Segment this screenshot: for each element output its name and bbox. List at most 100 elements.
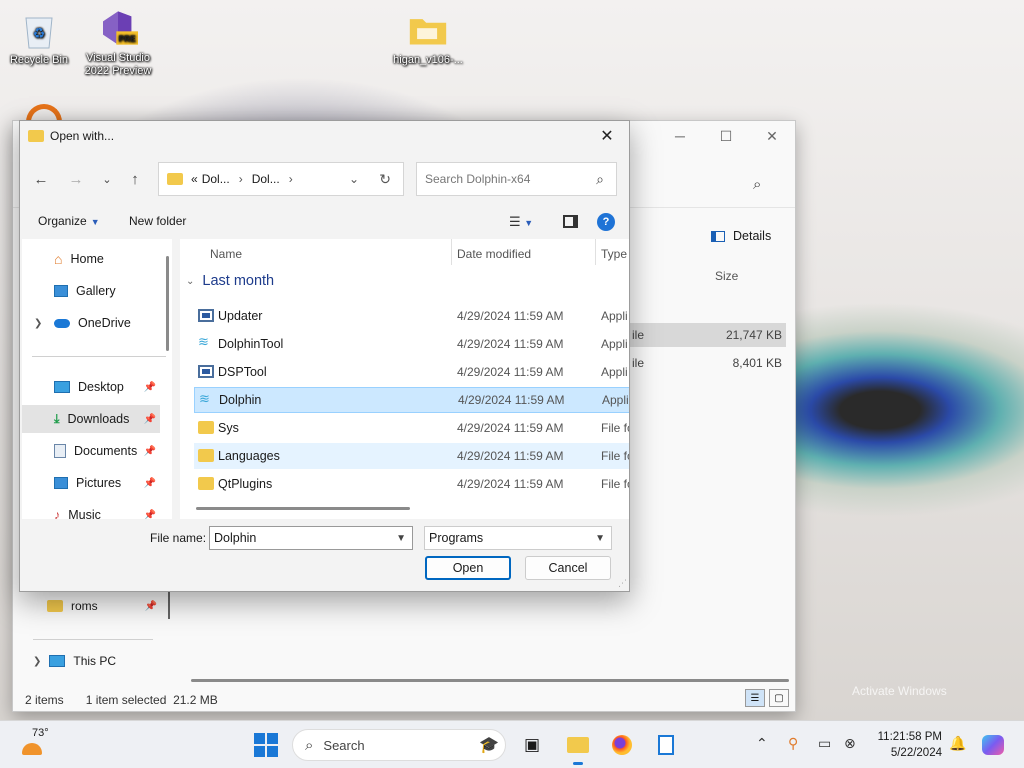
navigation-scrollbar[interactable] (166, 256, 169, 351)
status-size: 21.2 MB (173, 693, 218, 707)
pin-icon[interactable]: 📌 (144, 414, 156, 425)
column-header-type[interactable]: Type (601, 243, 627, 265)
chevron-right-icon[interactable]: ❯ (33, 656, 41, 667)
file-row[interactable]: Languages 4/29/2024 11:59 AM File fo (194, 443, 629, 469)
resize-grip[interactable]: ⋰ (618, 578, 627, 589)
display-icon[interactable]: ▭ (818, 735, 831, 752)
file-row[interactable]: QtPlugins 4/29/2024 11:59 AM File fo (194, 471, 629, 497)
file-row[interactable]: ≋ DolphinTool 4/29/2024 11:59 AM Appli (194, 331, 629, 357)
nav-separator (32, 356, 166, 357)
back-button[interactable]: ← (30, 169, 52, 189)
chevron-down-icon[interactable]: ⌄ (349, 172, 359, 186)
clock-date: 5/22/2024 (890, 747, 942, 759)
view-menu-button[interactable]: ☰ ▼ (509, 214, 533, 230)
pin-icon[interactable]: 📌 (144, 510, 156, 520)
horizontal-scrollbar[interactable] (191, 679, 789, 682)
pin-icon[interactable]: 📌 (144, 382, 156, 393)
address-bar[interactable]: « Dol... › Dol... › ⌄ ↻ (158, 162, 404, 196)
search-input[interactable]: Search Dolphin-x64 ⌕ (416, 162, 617, 196)
firefox-icon[interactable] (608, 731, 636, 759)
graduation-cap-icon: 🎓 (479, 737, 499, 754)
up-button[interactable]: ↑ (124, 169, 146, 189)
desktop-icon-recycle-bin[interactable]: ♻ Recycle Bin (1, 10, 77, 67)
breadcrumb-item[interactable]: Dol... (252, 172, 280, 186)
nav-item-music[interactable]: ♪ Music 📌 (22, 501, 160, 519)
chevron-up-icon[interactable]: ⌃ (756, 735, 768, 752)
file-row[interactable]: ile 21,747 KB (618, 323, 786, 347)
notification-bell-icon[interactable]: 🔔 (949, 735, 966, 752)
breadcrumb-item[interactable]: Dol... (202, 172, 230, 186)
refresh-icon[interactable]: ↻ (379, 171, 391, 188)
chevron-down-icon[interactable]: ▼ (396, 533, 406, 544)
forward-button[interactable]: → (65, 169, 87, 189)
details-view-button[interactable]: ☰ (745, 689, 765, 707)
task-view-icon[interactable]: ▣ (518, 731, 546, 759)
preview-pane-button[interactable] (563, 215, 578, 228)
nav-item-desktop[interactable]: Desktop 📌 (22, 373, 160, 401)
column-header-name[interactable]: Name (210, 243, 242, 265)
file-row[interactable]: Sys 4/29/2024 11:59 AM File fo (194, 415, 629, 441)
open-button[interactable]: Open (425, 556, 511, 580)
key-icon[interactable]: ⚲ (788, 735, 798, 752)
network-icon[interactable]: ⊗ (844, 735, 856, 752)
file-explorer-icon[interactable] (564, 731, 592, 765)
chevron-right-icon[interactable]: › (239, 172, 243, 186)
weather-widget[interactable]: 73° (22, 727, 49, 755)
system-clock[interactable]: 11:21:58 PM 5/22/2024 (870, 729, 942, 761)
pin-icon[interactable]: 📌 (144, 478, 156, 489)
maximize-button[interactable]: ☐ (703, 121, 749, 151)
search-placeholder: Search Dolphin-x64 (425, 172, 531, 186)
nav-item-onedrive[interactable]: ❯ OneDrive (22, 309, 160, 337)
search-icon[interactable]: ⌕ (753, 176, 761, 193)
start-button[interactable] (254, 733, 278, 757)
file-row[interactable]: DSPTool 4/29/2024 11:59 AM Appli (194, 359, 629, 385)
taskbar-search[interactable]: ⌕ Search 🎓 (292, 729, 506, 761)
notepad-icon[interactable] (652, 731, 680, 759)
file-name: Dolphin (219, 393, 262, 407)
help-icon[interactable]: ? (597, 213, 615, 231)
details-button[interactable]: Details (711, 229, 771, 243)
chevron-right-icon[interactable]: › (289, 172, 293, 186)
nav-item-documents[interactable]: Documents 📌 (22, 437, 160, 465)
file-type-select[interactable]: Programs ▼ (424, 526, 612, 550)
new-folder-button[interactable]: New folder (129, 214, 186, 228)
file-date: 4/29/2024 11:59 AM (457, 477, 564, 491)
file-name: QtPlugins (218, 477, 273, 491)
group-header[interactable]: ⌄ Last month (186, 273, 274, 289)
nav-item-this-pc[interactable]: ❯ This PC (23, 646, 163, 676)
scrollbar[interactable] (168, 591, 170, 619)
horizontal-scrollbar[interactable] (196, 507, 410, 510)
minimize-button[interactable]: ─ (657, 121, 703, 151)
gallery-icon (54, 285, 68, 297)
recent-locations-button[interactable]: ⌄ (96, 169, 118, 189)
file-name-input[interactable]: Dolphin ▼ (209, 526, 413, 550)
chevron-down-icon[interactable]: ▼ (595, 533, 605, 544)
close-button[interactable]: ✕ (749, 121, 795, 151)
file-row[interactable]: Updater 4/29/2024 11:59 AM Appli (194, 303, 629, 329)
desktop-icon-higan-folder[interactable]: higan_v106-... (390, 10, 466, 67)
column-header-date[interactable]: Date modified (457, 243, 531, 265)
breadcrumb-overflow[interactable]: « (191, 172, 198, 186)
nav-item-gallery[interactable]: Gallery (22, 277, 160, 305)
file-row[interactable]: ile 8,401 KB (618, 351, 786, 375)
desktop-icon-label: higan_v106-... (393, 54, 463, 66)
tiles-view-button[interactable]: ▢ (769, 689, 789, 707)
nav-item-roms[interactable]: roms 📌 (23, 591, 163, 621)
music-icon: ♪ (54, 508, 61, 519)
file-row[interactable]: ≋ Dolphin 4/29/2024 11:59 AM Appli (194, 387, 629, 413)
column-divider[interactable] (451, 239, 452, 265)
chevron-right-icon[interactable]: ❯ (34, 318, 42, 329)
organize-button[interactable]: Organize ▼ (38, 214, 100, 228)
desktop-icon-visual-studio[interactable]: PRE Visual Studio 2022 Preview (80, 8, 156, 78)
close-button[interactable]: ✕ (589, 123, 625, 149)
copilot-icon[interactable] (979, 731, 1007, 759)
pin-icon[interactable]: 📌 (144, 446, 156, 457)
column-divider[interactable] (595, 239, 596, 265)
nav-item-pictures[interactable]: Pictures 📌 (22, 469, 160, 497)
nav-item-downloads[interactable]: ⤓ Downloads 📌 (22, 405, 160, 433)
recycle-bin-icon: ♻ (19, 10, 59, 50)
nav-item-home[interactable]: ⌂ Home (22, 245, 160, 273)
chevron-down-icon[interactable]: ⌄ (186, 276, 194, 287)
size-column-header[interactable]: Size (715, 269, 738, 283)
cancel-button[interactable]: Cancel (525, 556, 611, 580)
